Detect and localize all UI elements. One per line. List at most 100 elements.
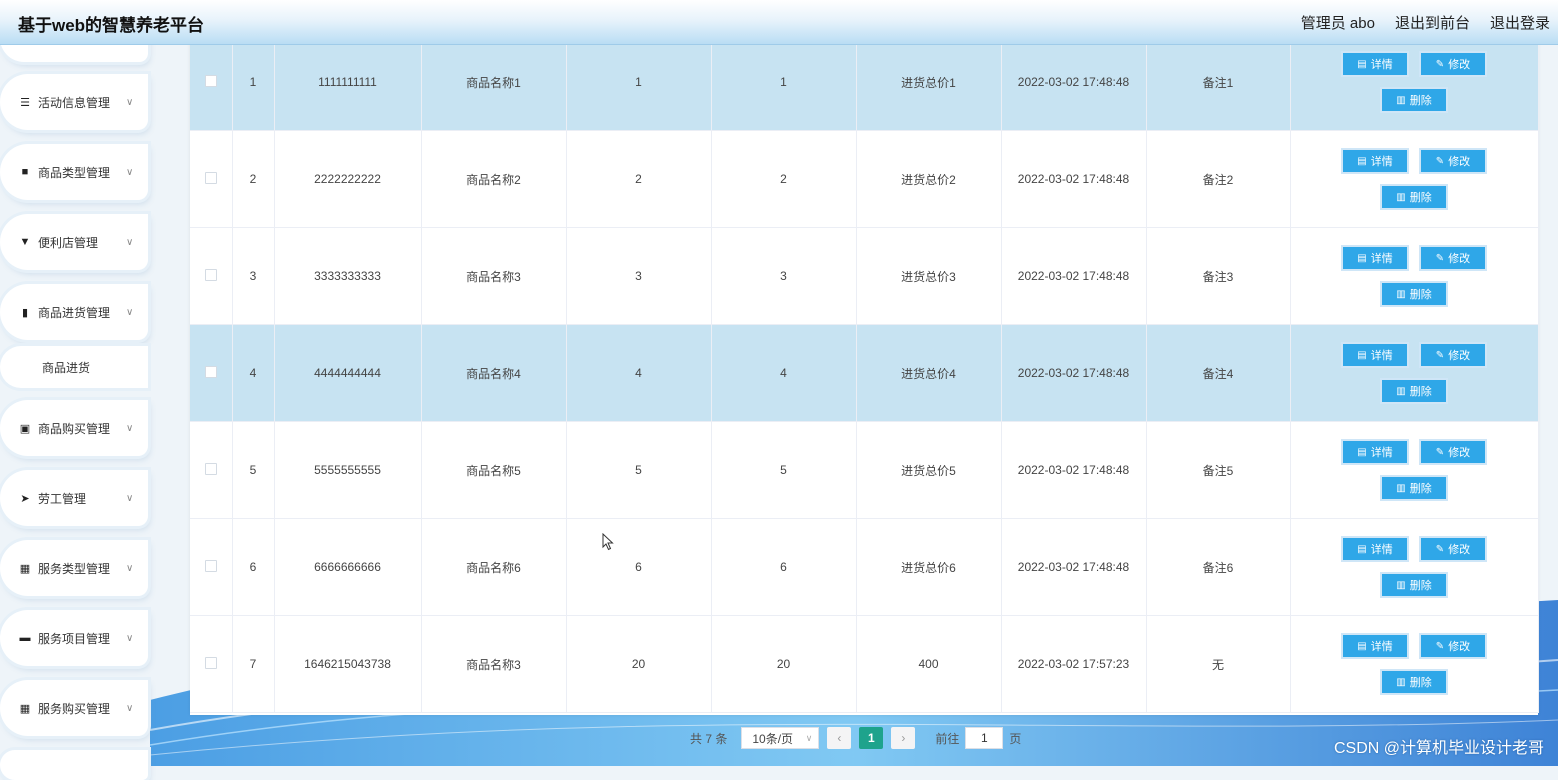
cell-index: 4 [232, 324, 275, 422]
chevron-down-icon: ∨ [126, 236, 134, 248]
detail-label: 详情 [1370, 253, 1393, 265]
row-actions: ▤ 详情 ✎ 修改 ▥ 删除 [1291, 536, 1538, 598]
trash-icon: ▥ [1396, 288, 1406, 300]
cell-price: 3 [711, 227, 857, 325]
delete-button[interactable]: ▥ 删除 [1380, 281, 1448, 307]
checkbox-cell [190, 34, 233, 131]
edit-button[interactable]: ✎ 修改 [1419, 245, 1487, 271]
row-checkbox[interactable] [204, 365, 217, 378]
sidebar-item-purchase[interactable]: ▣ 商品购买管理 ∨ [0, 400, 148, 456]
page-unit-label: 页 [1009, 731, 1022, 746]
sidebar-item-service-type[interactable]: ▦ 服务类型管理 ∨ [0, 540, 148, 596]
detail-button[interactable]: ▤ 详情 [1341, 51, 1409, 77]
pager-total: 共 7 条 [690, 731, 728, 746]
prev-page-button[interactable]: ‹ [827, 727, 852, 749]
sidebar-item-stock[interactable]: ▮ 商品进货管理 ∨ [0, 284, 148, 340]
detail-label: 详情 [1370, 59, 1393, 71]
sidebar-item-activity[interactable]: ☰ 活动信息管理 ∨ [0, 74, 148, 130]
cell-remark: 备注2 [1146, 130, 1291, 228]
delete-button[interactable]: ▥ 删除 [1380, 572, 1448, 598]
cell-quantity: 2 [566, 130, 712, 228]
page-1-button[interactable]: 1 [859, 727, 884, 749]
detail-button[interactable]: ▤ 详情 [1341, 633, 1409, 659]
edit-button[interactable]: ✎ 修改 [1419, 536, 1487, 562]
sidebar-item-label: 服务项目管理 [38, 631, 111, 646]
actions-cell: ▤ 详情 ✎ 修改 ▥ 删除 [1290, 130, 1539, 228]
cell-index: 6 [232, 518, 275, 616]
edit-button[interactable]: ✎ 修改 [1419, 633, 1487, 659]
cell-time: 2022-03-02 17:48:48 [1001, 130, 1147, 228]
edit-button[interactable]: ✎ 修改 [1419, 342, 1487, 368]
goto-page-input[interactable]: 1 [965, 727, 1004, 749]
edit-button[interactable]: ✎ 修改 [1419, 51, 1487, 77]
document-icon: ▤ [1357, 58, 1367, 70]
chevron-down-icon: ∨ [126, 96, 134, 108]
pencil-icon: ✎ [1435, 155, 1445, 167]
chart-icon: ▮ [21, 306, 29, 319]
sidebar-item-product-type[interactable]: ■ 商品类型管理 ∨ [0, 144, 148, 200]
row-checkbox[interactable] [204, 74, 217, 87]
table-row: 1 1111111111 商品名称1 1 1 进货总价1 2022-03-02 17:48:… [190, 34, 1539, 131]
cell-price: 4 [711, 324, 857, 422]
delete-button[interactable]: ▥ 删除 [1380, 669, 1448, 695]
back-to-front-link[interactable]: 退出到前台 [1395, 12, 1470, 33]
send-icon: ➤ [20, 492, 30, 505]
row-checkbox[interactable] [204, 171, 217, 184]
goto-label: 前往 [935, 731, 960, 746]
logout-link[interactable]: 退出登录 [1490, 12, 1550, 33]
cell-total-price: 进货总价5 [856, 421, 1002, 519]
app-title: 基于web的智慧养老平台 [18, 16, 205, 35]
sidebar-item-partial-bottom[interactable] [0, 750, 148, 780]
sidebar-item-service-purchase[interactable]: ▦ 服务购买管理 ∨ [0, 680, 148, 736]
cell-product-name: 商品名称1 [421, 34, 567, 131]
detail-button[interactable]: ▤ 详情 [1341, 245, 1409, 271]
edit-button[interactable]: ✎ 修改 [1419, 148, 1487, 174]
delete-button[interactable]: ▥ 删除 [1380, 475, 1448, 501]
grid-icon: ▦ [19, 562, 31, 575]
next-page-button[interactable]: › [891, 727, 916, 749]
delete-button[interactable]: ▥ 删除 [1380, 184, 1448, 210]
actions-cell: ▤ 详情 ✎ 修改 ▥ 删除 [1290, 34, 1539, 131]
row-checkbox[interactable] [204, 656, 217, 669]
sidebar-item-store[interactable]: ▼ 便利店管理 ∨ [0, 214, 148, 270]
edit-label: 修改 [1448, 253, 1471, 265]
cell-price: 5 [711, 421, 857, 519]
detail-button[interactable]: ▤ 详情 [1341, 148, 1409, 174]
delete-button[interactable]: ▥ 删除 [1380, 87, 1448, 113]
cell-time: 2022-03-02 17:57:23 [1001, 615, 1147, 713]
trash-icon: ▥ [1396, 579, 1406, 591]
checkbox-cell [190, 227, 233, 325]
detail-button[interactable]: ▤ 详情 [1341, 342, 1409, 368]
sidebar: ☰ 活动信息管理 ∨ ■ 商品类型管理 ∨ ▼ 便利店管理 ∨ ▮ 商品进货管理… [0, 14, 150, 780]
edit-label: 修改 [1448, 156, 1471, 168]
delete-button[interactable]: ▥ 删除 [1380, 378, 1448, 404]
sidebar-item-label: 服务购买管理 [38, 701, 111, 716]
detail-button[interactable]: ▤ 详情 [1341, 536, 1409, 562]
delete-label: 删除 [1409, 677, 1432, 689]
submenu-item-stock[interactable]: 商品进货 [0, 346, 148, 388]
page-size-select[interactable]: 10条/页 ∨ [741, 727, 820, 749]
edit-button[interactable]: ✎ 修改 [1419, 439, 1487, 465]
row-checkbox[interactable] [204, 268, 217, 281]
admin-label: 管理员 abo [1300, 15, 1375, 32]
sidebar-item-service-item[interactable]: ▬ 服务项目管理 ∨ [0, 610, 148, 666]
detail-button[interactable]: ▤ 详情 [1341, 439, 1409, 465]
row-actions: ▤ 详情 ✎ 修改 ▥ 删除 [1291, 633, 1538, 695]
row-checkbox[interactable] [204, 559, 217, 572]
row-checkbox[interactable] [204, 462, 217, 475]
cell-quantity: 3 [566, 227, 712, 325]
chevron-down-icon: ∨ [126, 632, 134, 644]
delete-label: 删除 [1409, 95, 1432, 107]
cell-total-price: 进货总价3 [856, 227, 1002, 325]
checkbox-cell [190, 615, 233, 713]
detail-label: 详情 [1370, 544, 1393, 556]
chevron-down-icon: ∨ [126, 702, 134, 714]
sidebar-item-labor[interactable]: ➤ 劳工管理 ∨ [0, 470, 148, 526]
pencil-icon: ✎ [1435, 640, 1445, 652]
data-table: 1 1111111111 商品名称1 1 1 进货总价1 2022-03-02 17:48:… [190, 34, 1539, 715]
table-row: 5 5555555555 商品名称5 5 5 进货总价5 2022-03-02 17:48:… [190, 421, 1539, 519]
clipboard-icon: ▣ [19, 422, 31, 435]
detail-label: 详情 [1370, 156, 1393, 168]
sidebar-item-label: 服务类型管理 [38, 561, 111, 576]
cell-quantity: 4 [566, 324, 712, 422]
